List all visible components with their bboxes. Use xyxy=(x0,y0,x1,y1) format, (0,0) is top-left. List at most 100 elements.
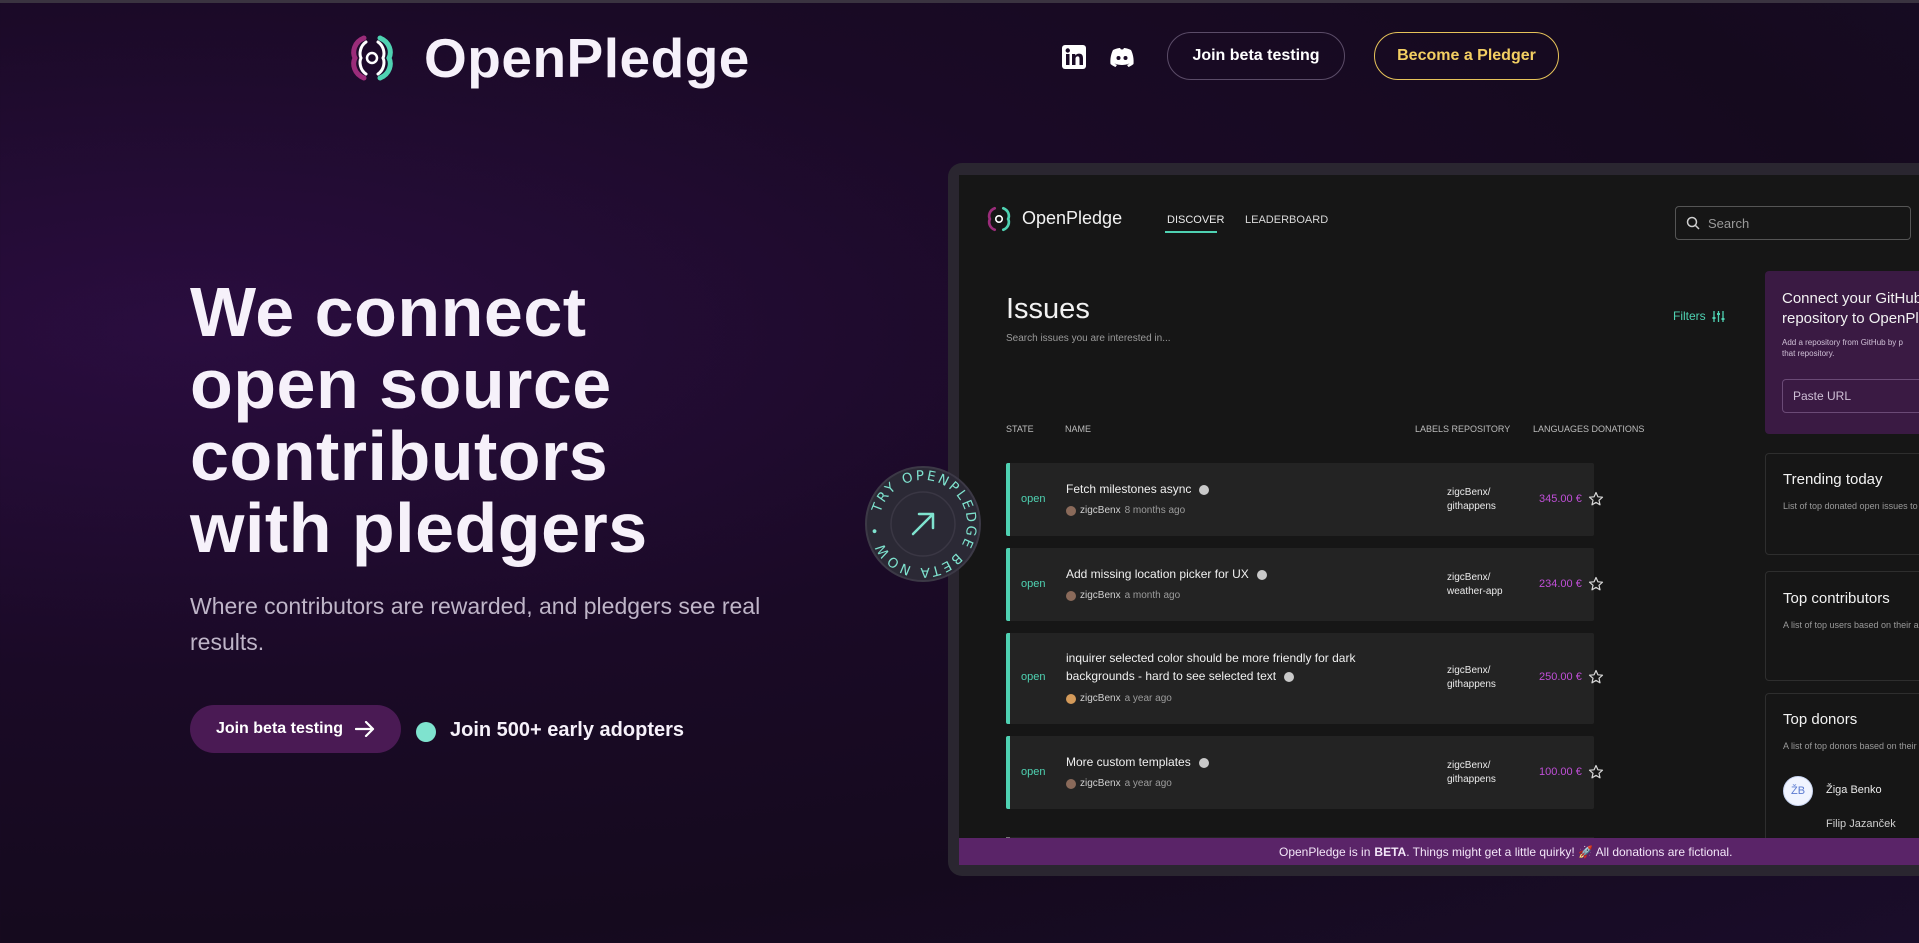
issue-name-text: Add missing location picker for UX xyxy=(1066,567,1249,581)
issue-repo[interactable]: zigcBenx/githappens xyxy=(1447,486,1496,514)
issue-user: zigcBenx xyxy=(1080,505,1121,516)
trending-panel: Trending today List of top donated open … xyxy=(1765,453,1919,555)
banner-prefix: OpenPledge is in xyxy=(1279,844,1371,859)
issue-name-text: backgrounds - hard to see selected text xyxy=(1066,669,1277,683)
issue-meta: zigcBenx 8 months ago xyxy=(1066,505,1185,516)
linkedin-icon[interactable] xyxy=(1061,44,1087,70)
early-adopters-text: Join 500+ early adopters xyxy=(450,719,685,741)
openpledge-logo-icon xyxy=(351,35,393,81)
issue-name[interactable]: Add missing location picker for UX xyxy=(1066,565,1386,583)
repo-name: githappens xyxy=(1447,774,1496,785)
issue-name-text: More custom templates xyxy=(1066,755,1191,769)
column-header-name[interactable]: NAME xyxy=(1065,424,1091,434)
paste-url-input[interactable]: Paste URL xyxy=(1782,379,1919,413)
github-icon xyxy=(1284,671,1295,682)
sliders-icon xyxy=(1712,310,1725,322)
issue-state: open xyxy=(1021,766,1046,778)
search-input[interactable]: Search xyxy=(1675,206,1911,240)
star-icon[interactable] xyxy=(1588,669,1604,685)
connect-repo-panel: Connect your GitHub repository to OpenPl … xyxy=(1765,271,1919,434)
avatar xyxy=(1066,778,1076,789)
repo-owner: zigcBenx/ xyxy=(1447,760,1491,771)
contributors-subtitle: A list of top users based on their a xyxy=(1783,620,1919,630)
search-placeholder: Search xyxy=(1708,215,1750,231)
issue-state: open xyxy=(1021,578,1046,590)
hero-title-line: with pledgers xyxy=(190,489,648,567)
search-icon xyxy=(1686,216,1700,230)
hero-join-beta-button[interactable]: Join beta testing xyxy=(190,705,401,753)
issue-user: zigcBenx xyxy=(1080,693,1121,704)
issue-state: open xyxy=(1021,493,1046,505)
connect-subtitle: Add a repository from GitHub by p that re… xyxy=(1782,337,1903,359)
brand[interactable]: OpenPledge xyxy=(346,26,750,90)
top-border xyxy=(0,0,1919,3)
donor-name[interactable]: Žiga Benko xyxy=(1826,784,1882,796)
star-icon[interactable] xyxy=(1588,576,1604,592)
issue-state: open xyxy=(1021,671,1046,683)
star-icon[interactable] xyxy=(1588,491,1604,507)
avatar xyxy=(1066,505,1076,516)
table-row[interactable]: open inquirer selected color should be m… xyxy=(1006,633,1604,724)
repo-name: githappens xyxy=(1447,501,1496,512)
connect-title-line: Connect your GitHub xyxy=(1782,290,1919,307)
donors-subtitle: A list of top donors based on their xyxy=(1783,741,1917,751)
avatar xyxy=(1066,693,1076,704)
hero-title-line: open source xyxy=(190,345,612,423)
page-subtitle: Search issues you are interested in... xyxy=(1006,333,1171,344)
app-brand[interactable]: OpenPledge xyxy=(1022,208,1122,229)
column-header-labels-repository[interactable]: LABELS REPOSITORY xyxy=(1415,424,1510,434)
issue-name[interactable]: inquirer selected color should be more f… xyxy=(1066,649,1406,685)
issue-name-text: Fetch milestones async xyxy=(1066,482,1192,496)
app-preview: OpenPledge DISCOVER LEADERBOARD Search I… xyxy=(959,175,1919,865)
issue-time: a year ago xyxy=(1124,693,1172,704)
cta-label: Join beta testing xyxy=(215,720,344,737)
issue-repo[interactable]: zigcBenx/weather-app xyxy=(1447,571,1503,599)
issue-name[interactable]: Fetch milestones async xyxy=(1066,480,1386,498)
connect-subtitle-line: that repository. xyxy=(1782,349,1835,358)
top-donors-panel: Top donors A list of top donors based on… xyxy=(1765,693,1919,853)
nav-discover[interactable]: DISCOVER xyxy=(1167,214,1224,226)
issue-repo[interactable]: zigcBenx/githappens xyxy=(1447,759,1496,787)
table-row[interactable]: open Add missing location picker for UX … xyxy=(1006,548,1604,621)
donation-amount: 100.00 € xyxy=(1539,766,1582,778)
repo-name: githappens xyxy=(1447,679,1496,690)
column-header-languages-donations[interactable]: LANGUAGES DONATIONS xyxy=(1533,424,1644,434)
github-icon xyxy=(1256,569,1267,580)
hero-title: We connect open source contributors with… xyxy=(190,276,750,564)
github-icon xyxy=(1198,757,1209,768)
become-pledger-button[interactable]: Become a Pledger xyxy=(1374,32,1559,80)
openpledge-logo-icon xyxy=(987,206,1011,232)
issue-meta: zigcBenx a year ago xyxy=(1066,778,1172,789)
discord-icon[interactable] xyxy=(1109,44,1135,70)
star-icon[interactable] xyxy=(1588,764,1604,780)
repo-owner: zigcBenx/ xyxy=(1447,572,1491,583)
issue-user: zigcBenx xyxy=(1080,590,1121,601)
table-row[interactable]: open More custom templates zigcBenx a yea… xyxy=(1006,736,1604,809)
donor-name[interactable]: Filip Jazanček xyxy=(1826,818,1896,830)
issue-time: 8 months ago xyxy=(1124,505,1186,516)
banner-beta: BETA xyxy=(1374,844,1407,859)
repo-owner: zigcBenx/ xyxy=(1447,665,1491,676)
try-beta-badge[interactable]: TRY OPENPLEDGE BETA NOW • xyxy=(864,465,982,583)
filters-button[interactable]: Filters xyxy=(1673,309,1725,323)
issue-time: a year ago xyxy=(1124,778,1172,789)
nav-leaderboard[interactable]: LEADERBOARD xyxy=(1245,214,1328,226)
banner-suffix: . Things might get a little quirky! 🚀 Al… xyxy=(1406,844,1733,859)
avatar: ŽB xyxy=(1783,776,1813,806)
arrow-right-icon xyxy=(355,721,375,737)
connect-title-line: repository to OpenPl xyxy=(1782,310,1919,327)
avatar xyxy=(1066,590,1076,601)
issue-repo[interactable]: zigcBenx/githappens xyxy=(1447,664,1496,692)
issue-user: zigcBenx xyxy=(1080,778,1121,789)
table-row[interactable]: open Fetch milestones async zigcBenx 8 mo… xyxy=(1006,463,1604,536)
donation-amount: 250.00 € xyxy=(1539,671,1582,683)
join-beta-button[interactable]: Join beta testing xyxy=(1167,32,1345,80)
issue-meta: zigcBenx a month ago xyxy=(1066,590,1180,601)
issue-name[interactable]: More custom templates xyxy=(1066,753,1386,771)
beta-banner: OpenPledge is in BETA. Things might get … xyxy=(959,838,1919,865)
top-contributors-panel: Top contributors A list of top users bas… xyxy=(1765,571,1919,681)
column-header-state[interactable]: STATE xyxy=(1006,424,1034,434)
hero-title-line: We connect xyxy=(190,273,587,351)
repo-owner: zigcBenx/ xyxy=(1447,487,1491,498)
status-dot xyxy=(416,722,436,742)
